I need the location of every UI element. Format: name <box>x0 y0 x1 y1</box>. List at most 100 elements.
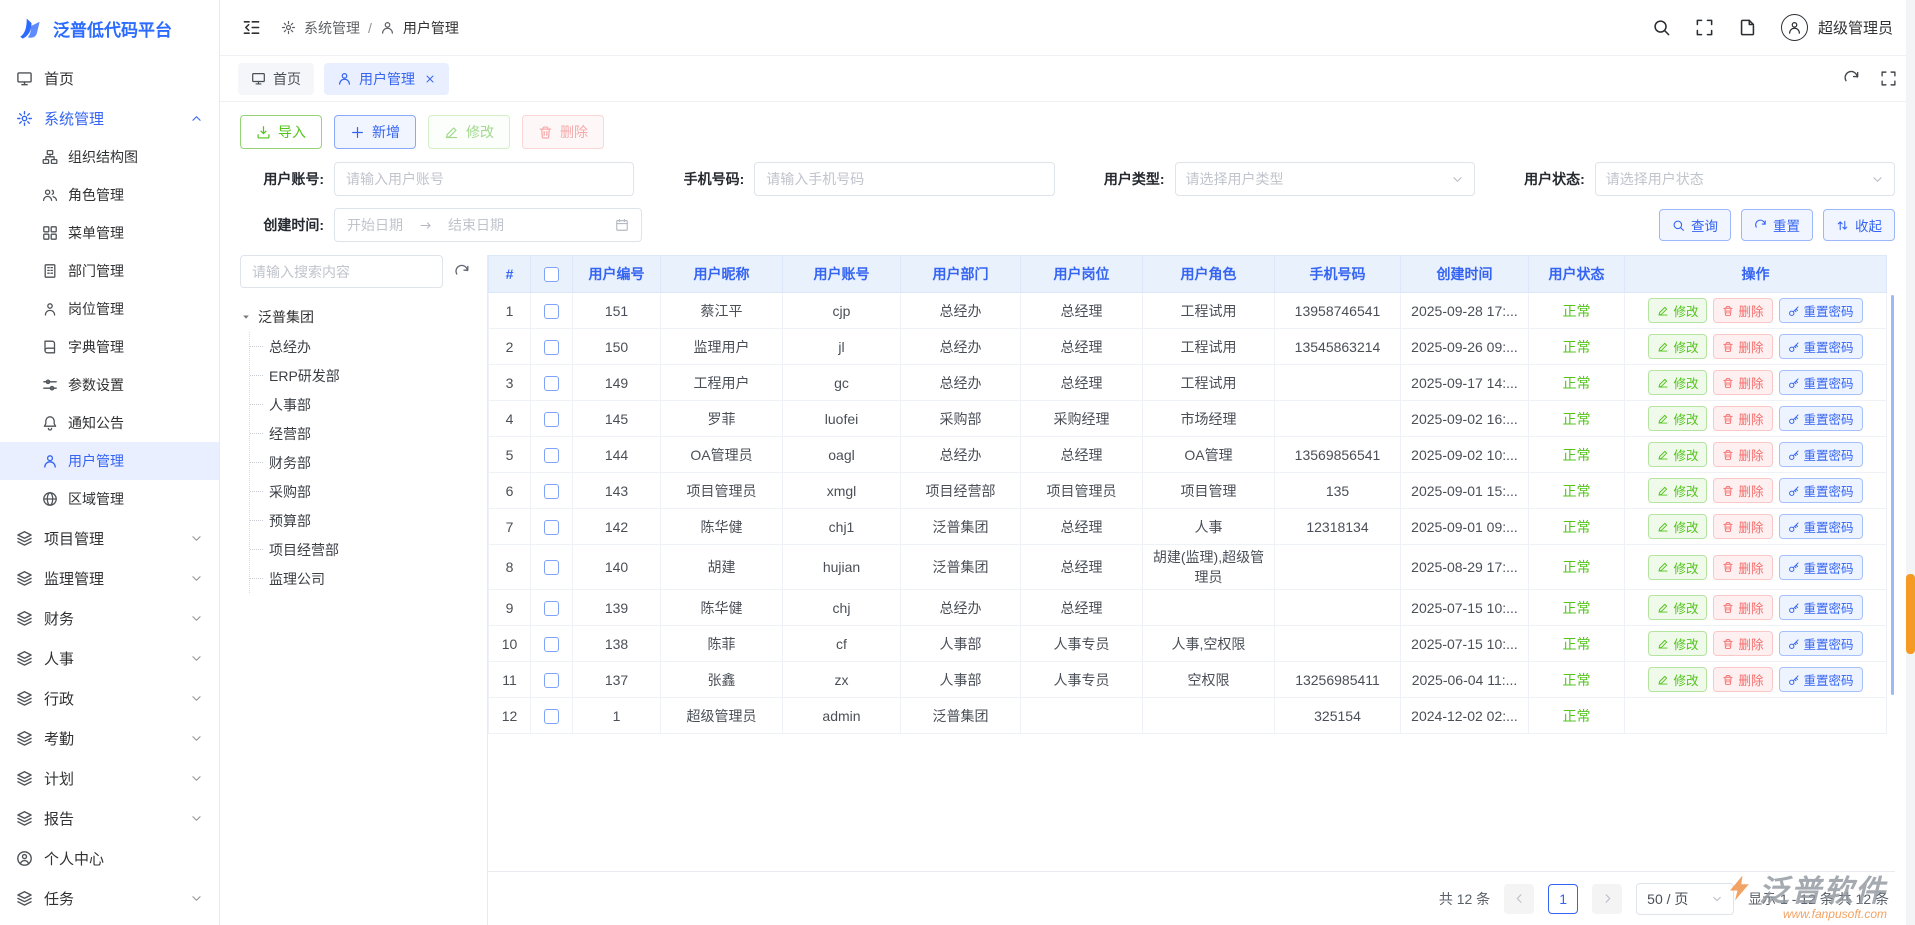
current-user-name[interactable]: 超级管理员 <box>1818 17 1893 38</box>
row-edit-button[interactable]: 修改 <box>1648 406 1707 431</box>
breadcrumb-root[interactable]: 系统管理 <box>304 18 360 38</box>
row-checkbox[interactable] <box>544 637 559 652</box>
row-checkbox[interactable] <box>544 673 559 688</box>
row-delete-button[interactable]: 删除 <box>1713 298 1772 323</box>
row-delete-button[interactable]: 删除 <box>1713 631 1772 656</box>
sidebar-item[interactable]: 系统管理 <box>0 98 219 138</box>
sidebar-item[interactable]: 行政 <box>0 678 219 718</box>
sidebar-item[interactable]: 财务 <box>0 598 219 638</box>
sidebar-item[interactable]: 项目管理 <box>0 518 219 558</box>
row-checkbox[interactable] <box>544 560 559 575</box>
row-edit-button[interactable]: 修改 <box>1648 298 1707 323</box>
sidebar-item[interactable]: 用户管理 <box>0 442 219 480</box>
row-reset-password-button[interactable]: 重置密码 <box>1779 555 1863 580</box>
row-edit-button[interactable]: 修改 <box>1648 555 1707 580</box>
sidebar-item[interactable]: 监理管理 <box>0 558 219 598</box>
refresh-icon[interactable] <box>1843 70 1860 87</box>
row-delete-button[interactable]: 删除 <box>1713 595 1772 620</box>
row-edit-button[interactable]: 修改 <box>1648 334 1707 359</box>
row-delete-button[interactable]: 删除 <box>1713 667 1772 692</box>
row-delete-button[interactable]: 删除 <box>1713 478 1772 503</box>
tree-node[interactable]: 监理公司 <box>250 564 473 593</box>
row-reset-password-button[interactable]: 重置密码 <box>1779 631 1863 656</box>
prev-page-button[interactable] <box>1504 884 1534 914</box>
fullscreen-icon[interactable] <box>1695 18 1714 37</box>
collapse-sidebar-icon[interactable] <box>242 18 261 37</box>
select-all-checkbox[interactable] <box>544 267 559 282</box>
row-checkbox[interactable] <box>544 412 559 427</box>
sidebar-item[interactable]: 区域管理 <box>0 480 219 518</box>
row-reset-password-button[interactable]: 重置密码 <box>1779 514 1863 539</box>
tree-refresh-button[interactable] <box>451 261 473 283</box>
avatar[interactable] <box>1781 14 1808 41</box>
scrollbar-thumb[interactable] <box>1906 574 1915 654</box>
phone-input[interactable] <box>754 162 1054 196</box>
row-checkbox[interactable] <box>544 484 559 499</box>
tree-node[interactable]: 预算部 <box>250 506 473 535</box>
row-edit-button[interactable]: 修改 <box>1648 514 1707 539</box>
row-delete-button[interactable]: 删除 <box>1713 334 1772 359</box>
sidebar-item[interactable]: 计划 <box>0 758 219 798</box>
tab-用户管理[interactable]: 用户管理 <box>324 63 449 95</box>
user-status-select[interactable]: 请选择用户状态 <box>1595 162 1895 196</box>
tree-node[interactable]: 人事部 <box>250 390 473 419</box>
tree-search-input[interactable] <box>240 255 443 288</box>
row-edit-button[interactable]: 修改 <box>1648 478 1707 503</box>
row-checkbox[interactable] <box>544 448 559 463</box>
row-reset-password-button[interactable]: 重置密码 <box>1779 334 1863 359</box>
window-scrollbar[interactable] <box>1906 0 1915 925</box>
date-range-picker[interactable]: 开始日期 结束日期 <box>334 208 642 242</box>
delete-button[interactable]: 删除 <box>522 115 604 149</box>
tree-root-node[interactable]: 泛普集团 <box>240 302 473 332</box>
user-type-select[interactable]: 请选择用户类型 <box>1175 162 1475 196</box>
sidebar-item[interactable]: 部门管理 <box>0 252 219 290</box>
row-reset-password-button[interactable]: 重置密码 <box>1779 595 1863 620</box>
row-checkbox[interactable] <box>544 376 559 391</box>
row-delete-button[interactable]: 删除 <box>1713 370 1772 395</box>
collapse-filters-button[interactable]: 收起 <box>1823 209 1895 241</box>
tree-node[interactable]: 财务部 <box>250 448 473 477</box>
row-delete-button[interactable]: 删除 <box>1713 406 1772 431</box>
row-checkbox[interactable] <box>544 709 559 724</box>
row-reset-password-button[interactable]: 重置密码 <box>1779 478 1863 503</box>
sidebar-item[interactable]: 任务 <box>0 878 219 918</box>
current-page[interactable]: 1 <box>1548 884 1578 914</box>
reset-button[interactable]: 重置 <box>1741 209 1813 241</box>
tree-node[interactable]: 项目经营部 <box>250 535 473 564</box>
row-reset-password-button[interactable]: 重置密码 <box>1779 370 1863 395</box>
tree-node[interactable]: 经营部 <box>250 419 473 448</box>
row-checkbox[interactable] <box>544 601 559 616</box>
row-reset-password-button[interactable]: 重置密码 <box>1779 298 1863 323</box>
table-scrollbar-thumb[interactable] <box>1891 295 1894 695</box>
row-checkbox[interactable] <box>544 340 559 355</box>
search-icon[interactable] <box>1652 18 1671 37</box>
tab-首页[interactable]: 首页 <box>238 63 314 95</box>
edit-button[interactable]: 修改 <box>428 115 510 149</box>
account-input[interactable] <box>334 162 634 196</box>
tree-node[interactable]: 采购部 <box>250 477 473 506</box>
sidebar-item[interactable]: 首页 <box>0 58 219 98</box>
row-edit-button[interactable]: 修改 <box>1648 667 1707 692</box>
tree-node[interactable]: 总经办 <box>250 332 473 361</box>
sidebar-item[interactable]: 个人中心 <box>0 838 219 878</box>
add-button[interactable]: 新增 <box>334 115 416 149</box>
sidebar-item[interactable]: 人事 <box>0 638 219 678</box>
sidebar-item[interactable]: 组织结构图 <box>0 138 219 176</box>
sidebar-item[interactable]: 岗位管理 <box>0 290 219 328</box>
sidebar-item[interactable]: 参数设置 <box>0 366 219 404</box>
row-checkbox[interactable] <box>544 520 559 535</box>
page-size-select[interactable]: 50 / 页 <box>1636 883 1734 915</box>
fullscreen-icon[interactable] <box>1880 70 1897 87</box>
tree-node[interactable]: ERP研发部 <box>250 361 473 390</box>
query-button[interactable]: 查询 <box>1659 209 1731 241</box>
row-reset-password-button[interactable]: 重置密码 <box>1779 667 1863 692</box>
sidebar-item[interactable]: 字典管理 <box>0 328 219 366</box>
row-reset-password-button[interactable]: 重置密码 <box>1779 406 1863 431</box>
row-edit-button[interactable]: 修改 <box>1648 370 1707 395</box>
import-button[interactable]: 导入 <box>240 115 322 149</box>
row-checkbox[interactable] <box>544 304 559 319</box>
row-edit-button[interactable]: 修改 <box>1648 631 1707 656</box>
row-edit-button[interactable]: 修改 <box>1648 595 1707 620</box>
row-delete-button[interactable]: 删除 <box>1713 514 1772 539</box>
sidebar-item[interactable]: 菜单管理 <box>0 214 219 252</box>
